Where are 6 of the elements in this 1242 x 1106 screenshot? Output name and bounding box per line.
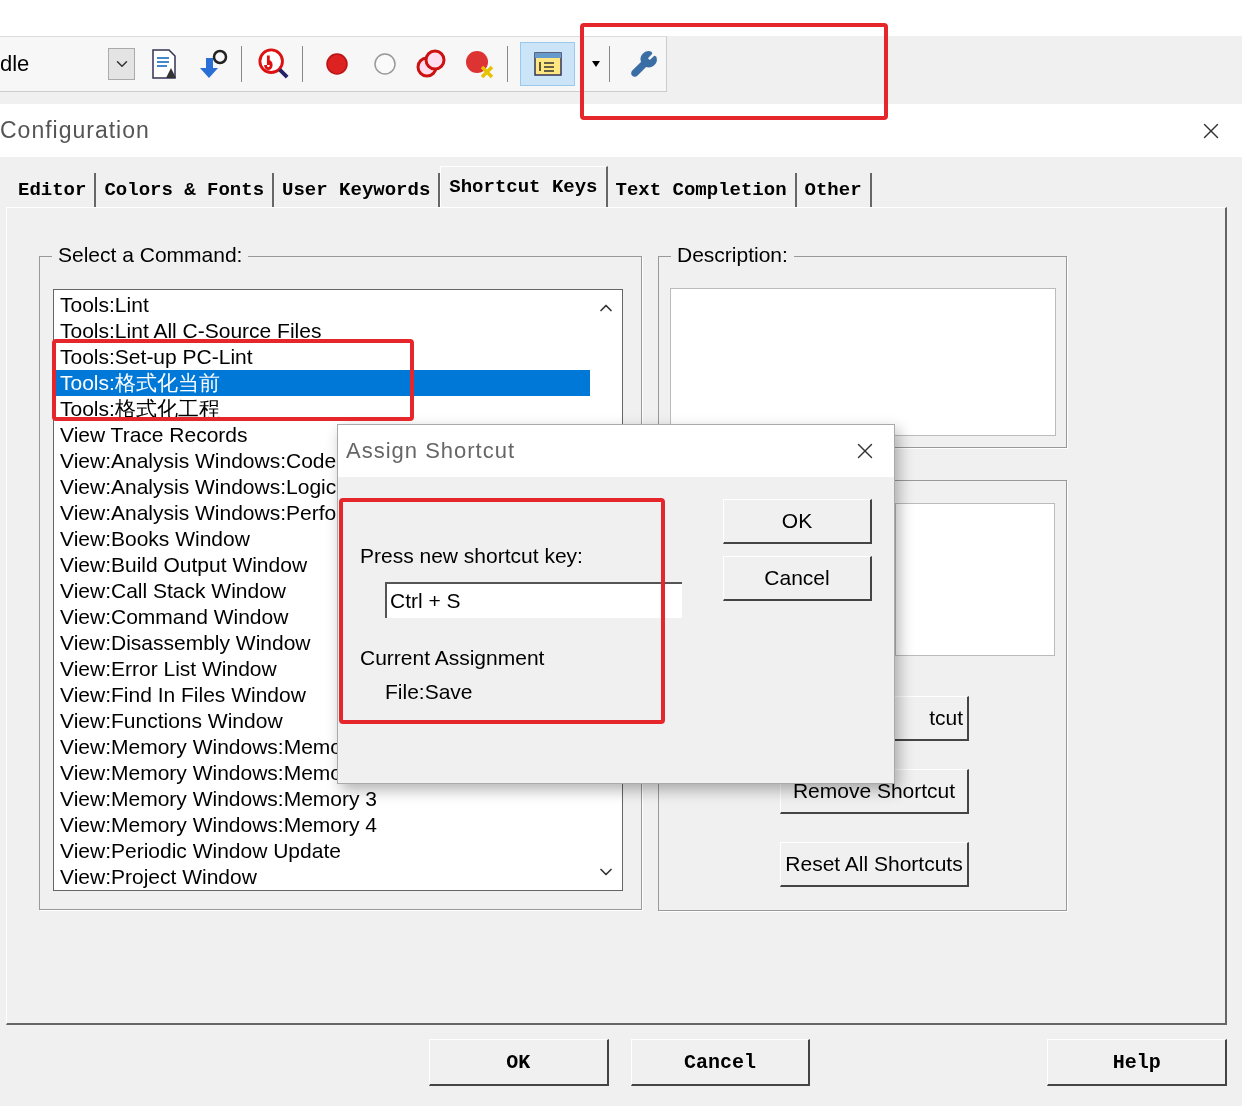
- assignment-value: File:Save: [385, 680, 474, 704]
- dialog-title: Assign Shortcut: [346, 438, 516, 464]
- window-title: Configuration: [0, 117, 150, 144]
- prompt-label: Press new shortcut key:: [360, 544, 584, 568]
- assignment-label: Current Assignment: [360, 646, 546, 670]
- toolbar-label: dle: [0, 51, 31, 77]
